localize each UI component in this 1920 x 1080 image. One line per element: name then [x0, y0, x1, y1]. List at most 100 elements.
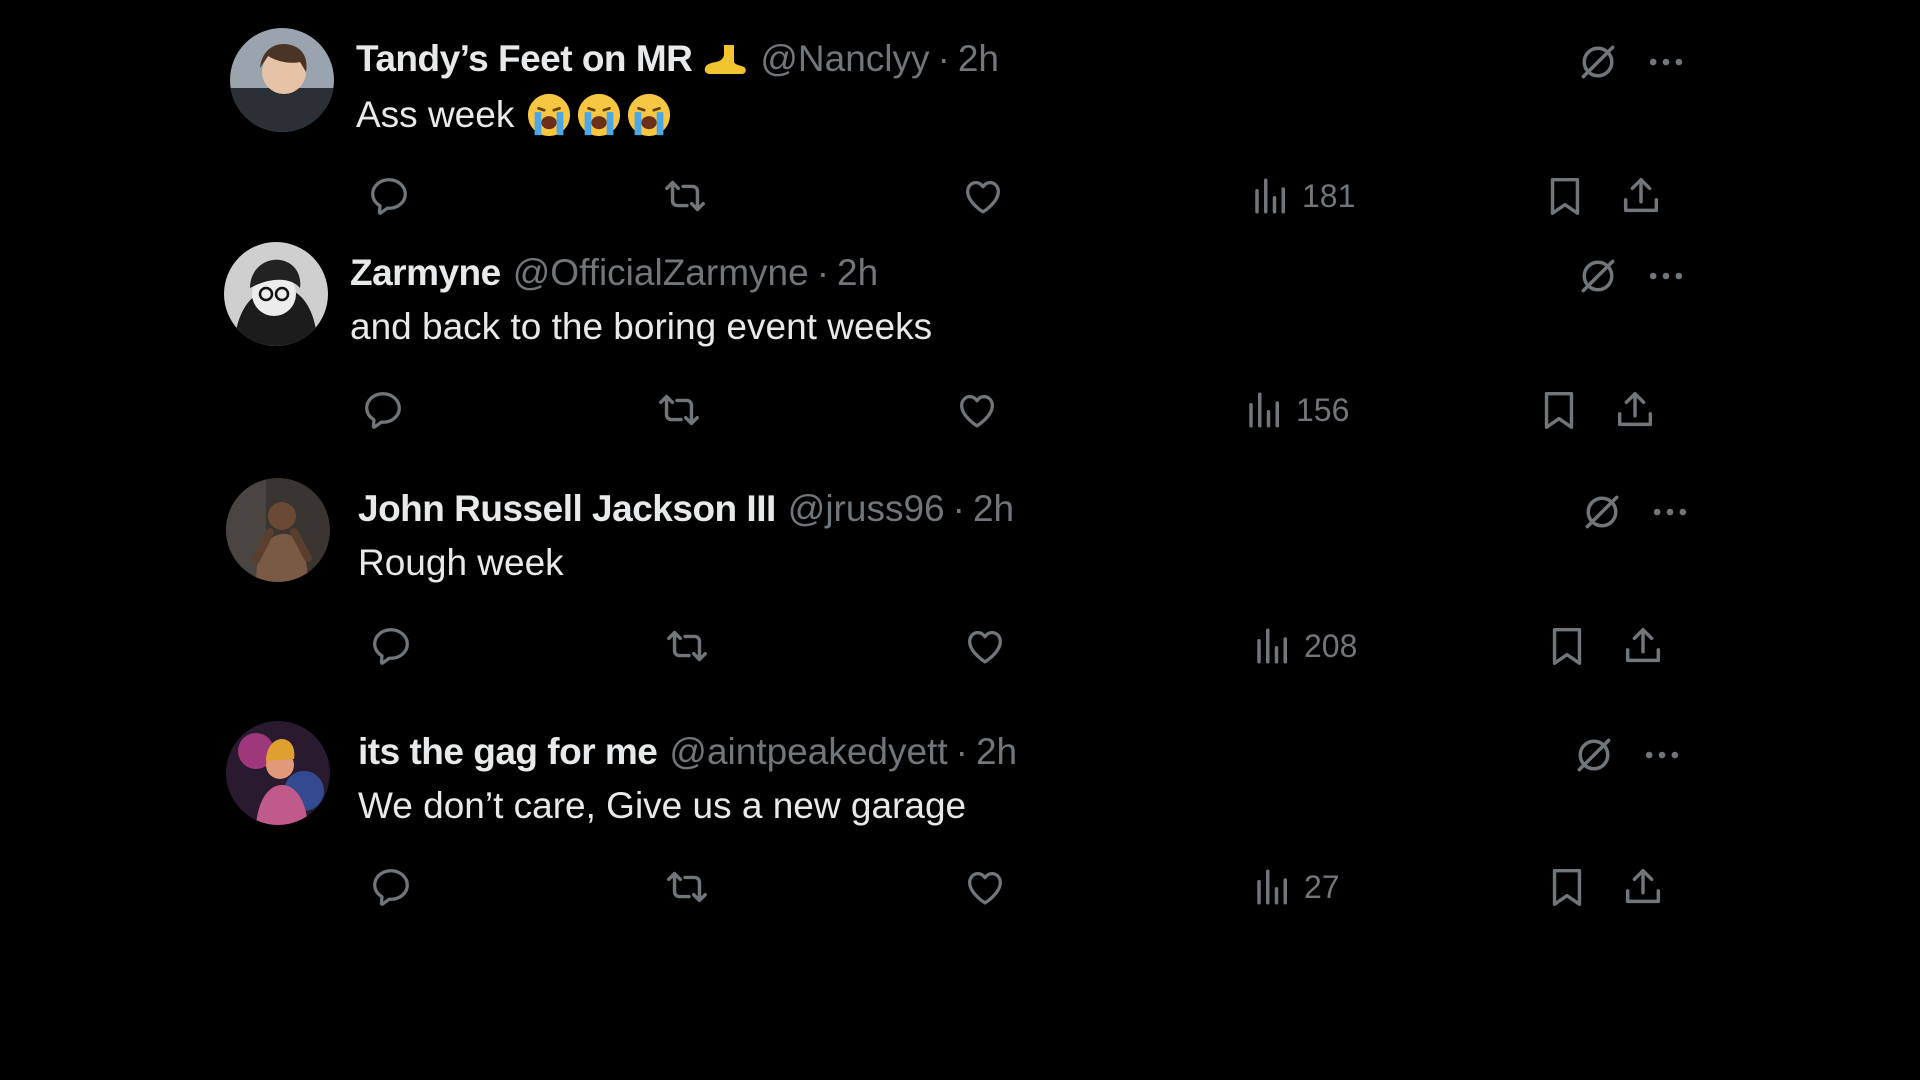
- timestamp[interactable]: 2h: [973, 488, 1014, 530]
- timestamp[interactable]: 2h: [958, 38, 999, 80]
- tweet-actions: 208: [358, 618, 1692, 674]
- retweet-button[interactable]: [656, 382, 702, 438]
- views-icon: [1244, 389, 1286, 431]
- grok-icon[interactable]: [1570, 731, 1618, 779]
- separator: ·: [816, 252, 830, 293]
- grok-icon[interactable]: [1574, 252, 1622, 300]
- tweet-top-actions: [1574, 38, 1690, 86]
- share-button[interactable]: [1612, 382, 1658, 438]
- reply-feed: Tandy’s Feet on MR @Nanclyy · 2h Ass wee…: [0, 0, 1920, 1080]
- avatar[interactable]: [226, 721, 330, 825]
- heart-icon: [962, 864, 1008, 910]
- grok-icon[interactable]: [1574, 38, 1622, 86]
- tweet-text: We don’t care, Give us a new garage: [358, 785, 966, 827]
- tweet-text: and back to the boring event weeks: [350, 306, 932, 348]
- more-icon[interactable]: [1642, 252, 1690, 300]
- retweet-button[interactable]: [662, 168, 708, 224]
- tweet-top-actions: [1574, 252, 1690, 300]
- bookmark-button[interactable]: [1544, 618, 1590, 674]
- grok-icon[interactable]: [1578, 488, 1626, 536]
- timestamp[interactable]: 2h: [837, 252, 878, 294]
- tweet[interactable]: Tandy’s Feet on MR @Nanclyy · 2h Ass wee…: [230, 28, 1690, 258]
- views-button[interactable]: 27: [1252, 859, 1340, 915]
- like-button[interactable]: [954, 382, 1000, 438]
- foot-emoji-icon: [702, 41, 748, 77]
- views-button[interactable]: 181: [1250, 168, 1355, 224]
- tweet-text: Rough week: [358, 542, 564, 584]
- avatar[interactable]: [224, 242, 328, 346]
- tweet-top-actions: [1570, 731, 1686, 779]
- user-handle[interactable]: @aintpeakedyett: [669, 731, 947, 773]
- like-button[interactable]: [962, 859, 1008, 915]
- tweet-header: Tandy’s Feet on MR @Nanclyy · 2h: [356, 36, 999, 82]
- heart-icon: [954, 387, 1000, 433]
- tweet-text: Ass week: [356, 92, 672, 138]
- avatar[interactable]: [230, 28, 334, 132]
- display-name[interactable]: John Russell Jackson III: [358, 488, 776, 530]
- views-count: 181: [1302, 177, 1356, 214]
- bookmark-icon: [1536, 387, 1582, 433]
- reply-button[interactable]: [360, 382, 406, 438]
- bookmark-button[interactable]: [1536, 382, 1582, 438]
- tweet-text-content: Rough week: [358, 542, 564, 583]
- like-button[interactable]: [960, 168, 1006, 224]
- tweet[interactable]: John Russell Jackson III @jruss96 · 2h R…: [226, 478, 1692, 708]
- views-icon: [1252, 625, 1294, 667]
- views-icon: [1252, 866, 1294, 908]
- views-count: 27: [1304, 868, 1340, 905]
- more-icon[interactable]: [1638, 731, 1686, 779]
- retweet-icon: [664, 864, 710, 910]
- loudly-crying-face-icon: [526, 92, 572, 138]
- tweet[interactable]: Zarmyne @OfficialZarmyne · 2h and back t…: [224, 242, 1690, 472]
- user-handle[interactable]: @Nanclyy: [760, 38, 929, 80]
- reply-icon: [366, 173, 412, 219]
- more-icon[interactable]: [1642, 38, 1690, 86]
- display-name[interactable]: Zarmyne: [350, 252, 501, 294]
- avatar[interactable]: [226, 478, 330, 582]
- share-button[interactable]: [1620, 618, 1666, 674]
- tweet-header: John Russell Jackson III @jruss96 · 2h: [358, 486, 1014, 532]
- views-count: 156: [1296, 391, 1350, 428]
- share-icon: [1620, 623, 1666, 669]
- reply-icon: [360, 387, 406, 433]
- display-name[interactable]: its the gag for me: [358, 731, 658, 773]
- loudly-crying-face-icon: [626, 92, 672, 138]
- views-button[interactable]: 208: [1252, 618, 1357, 674]
- reply-button[interactable]: [368, 618, 414, 674]
- retweet-button[interactable]: [664, 859, 710, 915]
- reply-button[interactable]: [368, 859, 414, 915]
- retweet-button[interactable]: [664, 618, 710, 674]
- timestamp[interactable]: 2h: [976, 731, 1017, 773]
- user-handle[interactable]: @OfficialZarmyne: [513, 252, 809, 294]
- reply-icon: [368, 864, 414, 910]
- bookmark-button[interactable]: [1542, 168, 1588, 224]
- tweet-header: its the gag for me @aintpeakedyett · 2h: [358, 729, 1017, 775]
- share-button[interactable]: [1620, 859, 1666, 915]
- retweet-icon: [662, 173, 708, 219]
- tweet-top-actions: [1578, 488, 1694, 536]
- tweet-actions: 181: [356, 168, 1690, 224]
- reply-button[interactable]: [366, 168, 412, 224]
- separator: ·: [955, 731, 968, 772]
- more-icon[interactable]: [1646, 488, 1694, 536]
- user-handle[interactable]: @jruss96: [788, 488, 945, 530]
- separator: ·: [937, 38, 950, 79]
- reply-icon: [368, 623, 414, 669]
- tweet[interactable]: its the gag for me @aintpeakedyett · 2h …: [226, 721, 1692, 951]
- display-name[interactable]: Tandy’s Feet on MR: [356, 38, 693, 80]
- views-count: 208: [1304, 627, 1358, 664]
- views-button[interactable]: 156: [1244, 382, 1349, 438]
- retweet-icon: [656, 387, 702, 433]
- tweet-text-content: We don’t care, Give us a new garage: [358, 785, 967, 826]
- share-button[interactable]: [1618, 168, 1664, 224]
- bookmark-icon: [1544, 623, 1590, 669]
- heart-icon: [962, 623, 1008, 669]
- like-button[interactable]: [962, 618, 1008, 674]
- tweet-actions: 27: [358, 859, 1692, 915]
- separator: ·: [952, 488, 965, 529]
- bookmark-button[interactable]: [1544, 859, 1590, 915]
- retweet-icon: [664, 623, 710, 669]
- bookmark-icon: [1542, 173, 1588, 219]
- tweet-header: Zarmyne @OfficialZarmyne · 2h: [350, 250, 878, 296]
- tweet-text-content: and back to the boring event weeks: [350, 306, 933, 347]
